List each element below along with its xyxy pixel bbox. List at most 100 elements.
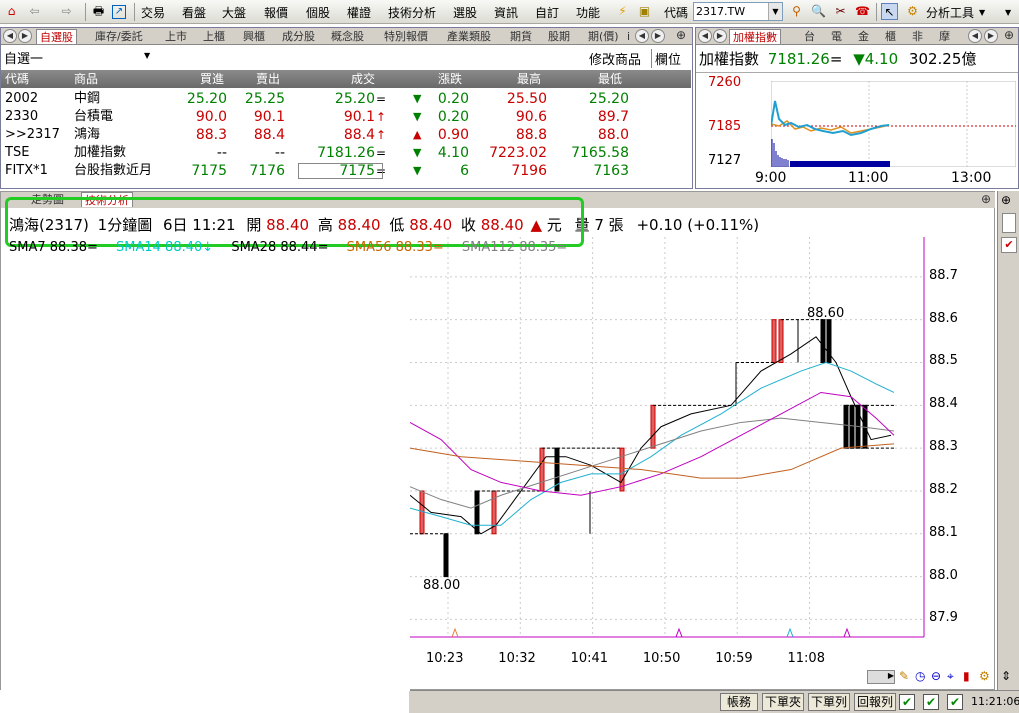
- tab-more[interactable]: i: [627, 29, 630, 44]
- table-row[interactable]: FITX*1 台股指數近月 7175 7176 7175 = 6 ▼ 7196 7163: [1, 162, 691, 180]
- col-last[interactable]: 成交: [351, 70, 375, 88]
- scroll-left-icon[interactable]: ◀: [635, 29, 649, 43]
- tab-special-quote[interactable]: 特別報價: [384, 29, 428, 44]
- menu-screener[interactable]: 選股: [453, 4, 477, 21]
- edit-symbols-button[interactable]: 修改商品: [589, 49, 641, 68]
- search-icon[interactable]: 🔍: [810, 3, 827, 20]
- tab-otc-idx[interactable]: 櫃: [885, 29, 896, 44]
- menu-watch[interactable]: 看盤: [182, 4, 206, 21]
- chevron-down-icon[interactable]: ▼: [768, 3, 782, 20]
- scroll-right-icon[interactable]: ▶: [713, 29, 727, 43]
- tab-elec[interactable]: 電: [831, 29, 842, 44]
- tab-inventory[interactable]: 庫存/委託: [95, 29, 143, 44]
- table-row[interactable]: 2002 中鋼 25.20 25.25 25.20 = 0.20 ▼ 25.50 25.20: [1, 90, 691, 108]
- account-button[interactable]: 帳務: [720, 693, 758, 711]
- lightning-icon[interactable]: ⚡: [614, 3, 631, 20]
- tab-nonfin[interactable]: 非: [912, 29, 923, 44]
- menu-custom[interactable]: 自訂: [535, 4, 559, 21]
- tab-emerging[interactable]: 興櫃: [243, 29, 265, 44]
- cursor-icon[interactable]: ↖: [881, 3, 898, 20]
- back-arrow-icon[interactable]: ⇦: [26, 3, 43, 20]
- tab-taiex[interactable]: 加權指數: [729, 29, 781, 44]
- settings-icon[interactable]: ⚙: [979, 669, 990, 683]
- menu-info[interactable]: 資訊: [494, 4, 518, 21]
- tab-watchlist[interactable]: 自選股: [36, 29, 77, 44]
- side-tab[interactable]: [1002, 213, 1016, 233]
- menu-technical[interactable]: 技術分析: [388, 4, 436, 21]
- status-checkbox-1[interactable]: ✔: [899, 694, 915, 710]
- col-name[interactable]: 商品: [74, 70, 98, 88]
- scroll-left-icon[interactable]: ◀: [3, 29, 17, 43]
- table-row[interactable]: >>2317 鴻海 88.3 88.4 88.4 ↑ 0.90 ▲ 88.8 88.0: [1, 126, 691, 144]
- order-folder-button[interactable]: 下單夾: [762, 693, 804, 711]
- order-bar-button[interactable]: 下單列: [808, 693, 850, 711]
- tab-concept[interactable]: 概念股: [331, 29, 364, 44]
- fields-button[interactable]: 欄位: [651, 49, 681, 68]
- tools-icon[interactable]: ✂: [832, 3, 849, 20]
- code-combobox[interactable]: 2317.TW ▼: [693, 2, 783, 21]
- tab-options[interactable]: 期(價): [588, 29, 619, 44]
- bar-chart-icon[interactable]: ▮: [963, 669, 970, 683]
- resize-icon[interactable]: ⇕: [1001, 669, 1011, 683]
- tab-listed[interactable]: 上市: [165, 29, 187, 44]
- scrollbar-thumb[interactable]: ▶: [867, 670, 895, 684]
- col-ask[interactable]: 賣出: [256, 70, 280, 88]
- candle: [539, 447, 545, 492]
- tab-msci[interactable]: 摩: [939, 29, 950, 44]
- binoculars-icon[interactable]: ⚲: [788, 3, 805, 20]
- chevron-down-icon[interactable]: ▼: [1005, 8, 1011, 17]
- candle: [820, 319, 826, 363]
- candle: [474, 490, 480, 535]
- crosshair-icon[interactable]: ⌖: [947, 669, 954, 684]
- zoom-in-icon[interactable]: ⊕: [979, 193, 993, 207]
- notepad-icon[interactable]: ▣: [636, 3, 653, 20]
- tab-industry[interactable]: 產業類股: [447, 29, 491, 44]
- tab-components[interactable]: 成分股: [282, 29, 315, 44]
- chevron-down-icon[interactable]: ▼: [979, 8, 985, 17]
- tab-fin[interactable]: 金: [858, 29, 869, 44]
- menu-function[interactable]: 功能: [576, 4, 600, 21]
- menu-warrant[interactable]: 權證: [347, 4, 371, 21]
- col-bid[interactable]: 買進: [200, 70, 224, 88]
- table-row[interactable]: 2330 台積電 90.0 90.1 90.1 ↑ 0.20 ▼ 90.6 89.7: [1, 108, 691, 126]
- zoom-in-icon[interactable]: ⊕: [1001, 193, 1011, 207]
- scroll-left-icon[interactable]: ◀: [968, 29, 982, 43]
- menu-market[interactable]: 大盤: [222, 4, 246, 21]
- tab-tw[interactable]: 台: [804, 29, 815, 44]
- check-icon[interactable]: ✔: [1001, 237, 1017, 253]
- clock-icon[interactable]: ◷: [915, 669, 925, 683]
- status-checkbox-2[interactable]: ✔: [923, 694, 939, 710]
- col-code[interactable]: 代碼: [5, 70, 29, 88]
- col-high[interactable]: 最高: [517, 70, 541, 88]
- chevron-down-icon[interactable]: ▼: [144, 51, 150, 60]
- report-bar-button[interactable]: 回報列: [854, 693, 896, 711]
- scroll-right-icon[interactable]: ▶: [651, 29, 665, 43]
- zoom-out-icon[interactable]: ⊖: [931, 669, 941, 683]
- y-tick-label: 88.1: [929, 524, 958, 540]
- zoom-in-icon[interactable]: ⊕: [674, 29, 688, 43]
- status-checkbox-3[interactable]: ✔: [947, 694, 963, 710]
- col-change[interactable]: 漲跌: [438, 70, 462, 88]
- menu-stock[interactable]: 個股: [306, 4, 330, 21]
- forward-arrow-icon[interactable]: ⇨: [58, 3, 75, 20]
- tab-otc[interactable]: 上櫃: [203, 29, 225, 44]
- menu-trade[interactable]: 交易: [141, 4, 165, 21]
- menu-quote[interactable]: 報價: [264, 4, 288, 21]
- print-icon[interactable]: 🖶: [90, 3, 107, 20]
- popup-window-icon[interactable]: ↗: [112, 5, 126, 19]
- scroll-right-icon[interactable]: ▶: [984, 29, 998, 43]
- group-select[interactable]: 自選一 ▼: [4, 48, 154, 67]
- home-icon[interactable]: ⌂: [3, 3, 20, 20]
- tab-futures[interactable]: 期貨: [510, 29, 532, 44]
- alert-icon[interactable]: ☎: [854, 3, 871, 20]
- scroll-left-icon[interactable]: ◀: [698, 29, 712, 43]
- pencil-icon[interactable]: ✎: [899, 669, 909, 683]
- scroll-right-icon[interactable]: ▶: [18, 29, 32, 43]
- zoom-in-icon[interactable]: ⊕: [1002, 29, 1016, 43]
- cell-bid: 25.20: [186, 91, 227, 107]
- tab-stock-futures[interactable]: 股期: [548, 29, 570, 44]
- menu-analysis-tool[interactable]: 分析工具: [926, 4, 974, 21]
- analysis-tool-icon[interactable]: ⚙: [904, 3, 921, 20]
- col-low[interactable]: 最低: [598, 70, 622, 88]
- table-row[interactable]: TSE 加權指數 -- -- 7181.26 = 4.10 ▼ 7223.02 7165.58: [1, 144, 691, 162]
